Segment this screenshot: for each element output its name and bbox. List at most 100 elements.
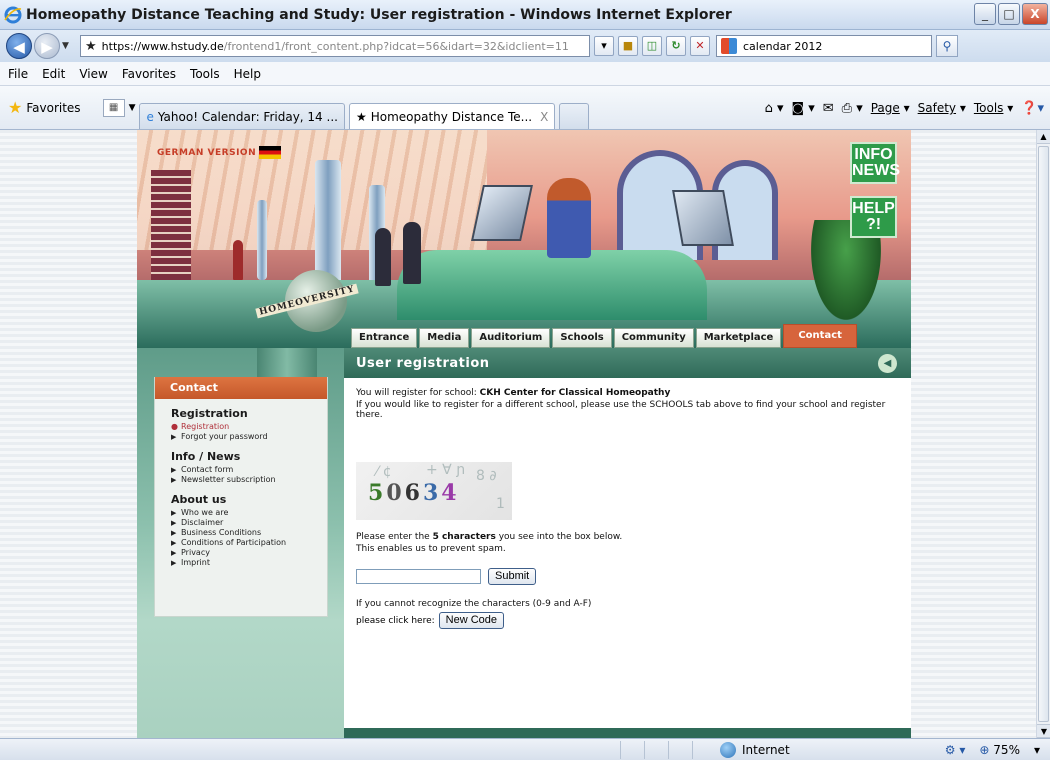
url-host: www.hstudy.de — [141, 39, 224, 53]
tab-media[interactable]: Media — [419, 328, 470, 348]
print-icon[interactable]: ⎙ ▾ — [842, 101, 863, 116]
address-bar[interactable]: ★ https://www.hstudy.de/frontend1/front_… — [80, 35, 590, 57]
sidebar-item-privacy[interactable]: ▶ Privacy — [171, 548, 327, 558]
vertical-scrollbar[interactable]: ▲ ▼ — [1036, 130, 1050, 738]
new-code-button[interactable]: New Code — [438, 612, 504, 629]
favorites-star-icon: ★ — [8, 98, 23, 117]
tab-yahoo-calendar[interactable]: e Yahoo! Calendar: Friday, 14 ... — [139, 103, 345, 129]
tab-auditorium[interactable]: Auditorium — [471, 328, 551, 348]
sidebar: Contact Registration ● Registration ▶ Forg… — [154, 377, 328, 617]
back-arrow-icon[interactable]: ◀ — [878, 354, 897, 373]
tab-homeopathy[interactable]: ★ Homeopathy Distance Te... X — [348, 103, 556, 129]
menu-tools[interactable]: Tools — [190, 67, 220, 81]
zoom-dropdown-icon[interactable]: ▾ — [1034, 743, 1040, 757]
safety-menu[interactable]: Safety ▾ — [918, 101, 966, 115]
tab-entrance[interactable]: Entrance — [351, 328, 418, 348]
sidebar-item-business-conditions[interactable]: ▶ Business Conditions — [171, 528, 327, 538]
ie-logo-icon — [4, 6, 22, 23]
german-version-link[interactable]: GERMAN VERSION — [157, 146, 282, 159]
maximize-button[interactable]: □ — [998, 3, 1020, 25]
status-bar: Internet ⚙ ▾ ⊕ 75% ▾ — [0, 738, 1050, 760]
tab-label: Yahoo! Calendar: Friday, 14 ... — [157, 109, 338, 124]
register-school-line: You will register for school: CKH Center… — [356, 388, 671, 398]
sidebar-item-conditions-participation[interactable]: ▶ Conditions of Participation — [171, 538, 327, 548]
scroll-thumb[interactable] — [1038, 146, 1049, 722]
history-dropdown-icon[interactable]: ▼ — [62, 41, 74, 51]
search-provider-icon — [721, 38, 737, 54]
menu-file[interactable]: File — [8, 67, 28, 81]
tab-marketplace[interactable]: Marketplace — [695, 328, 782, 348]
address-dropdown-icon[interactable]: ▾ — [594, 36, 614, 56]
tools-menu[interactable]: Tools ▾ — [974, 101, 1013, 115]
captcha-code-input[interactable] — [356, 569, 481, 584]
command-bar: ⌂ ▾ ◙ ▾ ✉ ⎙ ▾ Page ▾ Safety ▾ Tools ▾ ❓▾ — [765, 86, 1050, 130]
home-icon[interactable]: ⌂ ▾ — [765, 101, 784, 116]
page-viewport: HOMEOVERSITY GERMAN VERSION INFO NEWS HE… — [0, 130, 1036, 738]
page-menu[interactable]: Page ▾ — [871, 101, 910, 115]
close-tab-icon[interactable]: X — [540, 110, 548, 124]
close-window-button[interactable]: X — [1022, 3, 1048, 25]
sidebar-item-who-we-are[interactable]: ▶ Who we are — [171, 508, 327, 518]
arrow-bullet-icon: ▶ — [171, 519, 177, 527]
sidebar-section-title: Info / News — [171, 450, 241, 463]
menu-favorites[interactable]: Favorites — [122, 67, 176, 81]
tab-contact[interactable]: Contact — [783, 324, 857, 348]
arrow-bullet-icon: ▶ — [171, 559, 177, 567]
menu-bar: File Edit View Favorites Tools Help — [0, 62, 1050, 86]
mail-icon[interactable]: ✉ — [823, 101, 834, 116]
protected-mode-icon[interactable]: ⚙ ▾ — [945, 743, 966, 757]
feeds-icon[interactable]: ◙ ▾ — [791, 101, 814, 116]
scroll-up-icon[interactable]: ▲ — [1037, 130, 1050, 144]
forward-button[interactable]: ▶ — [34, 33, 60, 59]
url-scheme: https:// — [101, 39, 142, 53]
search-icon[interactable]: ⚲ — [936, 35, 958, 57]
sidebar-item-disclaimer[interactable]: ▶ Disclaimer — [171, 518, 327, 528]
sidebar-item-imprint[interactable]: ▶ Imprint — [171, 558, 327, 568]
zone-label: Internet — [742, 742, 790, 757]
different-school-text: If you would like to register for a diff… — [356, 400, 886, 420]
sidebar-item-registration[interactable]: ● Registration — [171, 422, 327, 432]
tab-community[interactable]: Community — [613, 328, 694, 348]
german-version-label: GERMAN VERSION — [157, 147, 257, 158]
scroll-down-icon[interactable]: ▼ — [1037, 724, 1050, 738]
sidebar-item-contact-form[interactable]: ▶ Contact form — [171, 465, 327, 475]
window-controls: _ □ X — [974, 3, 1048, 25]
zoom-level[interactable]: ⊕ 75% — [979, 743, 1020, 757]
search-input[interactable]: calendar 2012 — [716, 35, 932, 57]
address-row: ◀ ▶ ▼ ★ https://www.hstudy.de/frontend1/… — [0, 30, 1050, 62]
lock-icon[interactable]: ■ — [618, 36, 638, 56]
zoom-controls: ⚙ ▾ ⊕ 75% ▾ — [945, 743, 1040, 757]
sidebar-section-about-us: About us ▶ Who we are ▶ Disclaimer ▶ Busine… — [155, 493, 327, 568]
sidebar-section-registration: Registration ● Registration ▶ Forgot your … — [155, 407, 327, 442]
registration-content: You will register for school: CKH Center… — [344, 378, 911, 728]
back-button[interactable]: ◀ — [6, 33, 32, 59]
help-button[interactable]: HELP ?! — [850, 196, 897, 238]
help-icon[interactable]: ❓▾ — [1021, 101, 1044, 116]
compatibility-view-icon[interactable]: ◫ — [642, 36, 662, 56]
spam-note: This enables us to prevent spam. — [356, 544, 506, 554]
menu-help[interactable]: Help — [234, 67, 261, 81]
web-page: HOMEOVERSITY GERMAN VERSION INFO NEWS HE… — [137, 130, 911, 738]
hero-illustration: HOMEOVERSITY GERMAN VERSION INFO NEWS HE… — [137, 130, 911, 348]
security-zone[interactable]: Internet — [620, 740, 790, 759]
info-news-button[interactable]: INFO NEWS — [850, 142, 900, 184]
quick-tabs-icon[interactable]: ▦ — [102, 98, 125, 117]
menu-edit[interactable]: Edit — [42, 67, 65, 81]
minimize-button[interactable]: _ — [974, 3, 996, 25]
stop-icon[interactable]: ✕ — [690, 36, 710, 56]
favorites-button[interactable]: ★ Favorites — [8, 98, 81, 117]
new-tab-button[interactable] — [559, 103, 590, 129]
refresh-icon[interactable]: ↻ — [666, 36, 686, 56]
tab-label: Homeopathy Distance Te... — [370, 109, 533, 124]
menu-view[interactable]: View — [79, 67, 107, 81]
search-value: calendar 2012 — [743, 39, 823, 53]
submit-button[interactable]: Submit — [488, 568, 537, 585]
page-title: User registration — [356, 355, 490, 371]
arrow-bullet-icon: ▶ — [171, 433, 177, 441]
sidebar-item-newsletter[interactable]: ▶ Newsletter subscription — [171, 475, 327, 485]
cannot-recognize-text: If you cannot recognize the characters (… — [356, 599, 592, 609]
favorites-tab-bar: ★ Favorites ▦ ▼ e Yahoo! Calendar: Frida… — [0, 86, 1050, 130]
tab-list-dropdown-icon[interactable]: ▼ — [129, 103, 136, 113]
tab-schools[interactable]: Schools — [552, 328, 612, 348]
sidebar-item-forgot-password[interactable]: ▶ Forgot your password — [171, 432, 327, 442]
